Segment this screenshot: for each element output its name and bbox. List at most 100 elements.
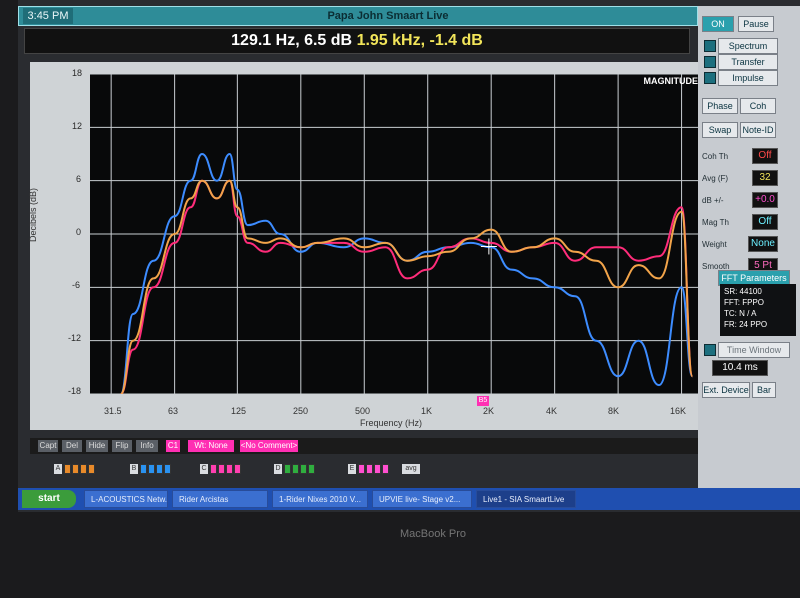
trace-swatch[interactable]	[366, 464, 373, 474]
taskbar-item[interactable]: L-ACOUSTICS Netw...	[84, 490, 168, 508]
time-window-button[interactable]: Time Window	[718, 342, 790, 358]
flip-button[interactable]: Flip	[112, 440, 132, 452]
taskbar-item-active[interactable]: Live1 - SIA SmaartLive	[476, 490, 576, 508]
taskbar-item[interactable]: Rider Arcistas	[172, 490, 268, 508]
trace-bank-c[interactable]: C	[200, 464, 208, 474]
trace-swatch[interactable]	[292, 464, 299, 474]
title-bar: 3:45 PM Papa John Smaart Live	[18, 6, 698, 26]
y-tick-6: 6	[76, 174, 82, 184]
trace-swatch[interactable]	[64, 464, 71, 474]
coh-button[interactable]: Coh	[740, 98, 776, 114]
capture-button[interactable]: Capt	[38, 440, 58, 452]
trace-c1-badge[interactable]: C1	[166, 440, 180, 452]
fft-size: FFT: FPPO	[724, 298, 764, 307]
weight-value[interactable]: None	[748, 236, 778, 252]
average-value[interactable]: 32	[752, 170, 778, 186]
time-window-value: 10.4 ms	[712, 360, 768, 376]
trace-swatch[interactable]	[284, 464, 291, 474]
trace-swatch[interactable]	[382, 464, 389, 474]
coh-threshold-label: Coh Th	[702, 152, 729, 161]
y-tick-m6: -6	[72, 280, 81, 290]
plot-label: MAGNITUDE	[643, 76, 699, 86]
trace-swatch[interactable]	[234, 464, 241, 474]
clock: 3:45 PM	[23, 8, 73, 24]
trace-bank: A B C D E avg	[30, 460, 700, 478]
trace-swatch[interactable]	[218, 464, 225, 474]
magnitude-plot[interactable]: MAGNITUDE B5	[90, 73, 702, 406]
y-tick-18: 18	[72, 68, 83, 78]
pause-button[interactable]: Pause	[738, 16, 774, 32]
comment-field[interactable]: <No Comment>	[240, 440, 298, 452]
transfer-button[interactable]: Transfer	[718, 54, 778, 70]
trace-swatch[interactable]	[358, 464, 365, 474]
ext-device-button[interactable]: Ext. Device	[702, 382, 750, 398]
x-tick-4k: 4K	[546, 406, 558, 416]
cursor-readout: 129.1 Hz, 6.5 dB 1.95 kHz, -1.4 dB	[24, 28, 690, 54]
on-button[interactable]: ON	[702, 16, 734, 32]
trace-swatch[interactable]	[226, 464, 233, 474]
mag-threshold-value[interactable]: Off	[752, 214, 778, 230]
taskbar-item[interactable]: 1-Rider Nixes 2010 V...	[272, 490, 368, 508]
coh-threshold-value[interactable]: Off	[752, 148, 778, 164]
sample-rate: SR: 44100	[724, 287, 762, 296]
trace-swatch[interactable]	[148, 464, 155, 474]
weight-label: Weight	[702, 240, 727, 249]
trace-swatch[interactable]	[156, 464, 163, 474]
windows-taskbar: start L-ACOUSTICS Netw... Rider Arcistas…	[18, 488, 800, 510]
bar-button[interactable]: Bar	[752, 382, 776, 398]
trace-bank-b[interactable]: B	[130, 464, 138, 474]
x-tick-31-5: 31.5	[104, 406, 122, 416]
frequency-marker[interactable]: B5	[477, 396, 489, 406]
x-tick-500: 500	[355, 406, 371, 416]
impulse-button[interactable]: Impulse	[718, 70, 778, 86]
readout-right: 1.95 kHz, -1.4 dB	[356, 32, 483, 49]
trace-toolbar: Capt Del Hide Flip Info C1 Wt: None <No …	[30, 438, 700, 454]
control-panel: ON Pause Spectrum Transfer Impulse Phase…	[698, 6, 800, 506]
trace-swatch[interactable]	[72, 464, 79, 474]
hide-button[interactable]: Hide	[86, 440, 108, 452]
plot-frame: 18 12 6 0 -6 -12 -18 Decibels (dB) MAGNI…	[28, 62, 702, 430]
mag-threshold-label: Mag Th	[702, 218, 729, 227]
spectrum-indicator	[704, 40, 716, 52]
trace-bank-a[interactable]: A	[54, 464, 62, 474]
trace-swatch[interactable]	[164, 464, 171, 474]
trace-swatch[interactable]	[88, 464, 95, 474]
trace-bank-d[interactable]: D	[274, 464, 282, 474]
y-axis-title: Decibels (dB)	[28, 187, 38, 242]
avg-button[interactable]: avg	[402, 464, 420, 474]
trace-swatch[interactable]	[80, 464, 87, 474]
weight-badge[interactable]: Wt: None	[188, 440, 234, 452]
screen: 3:45 PM Papa John Smaart Live 129.1 Hz, …	[18, 0, 800, 512]
frequency-resolution: FR: 24 PPO	[724, 320, 768, 329]
trace-swatch[interactable]	[374, 464, 381, 474]
app-title: Papa John Smaart Live	[327, 10, 449, 22]
time-window-indicator	[704, 344, 716, 356]
db-offset-value[interactable]: +0.0	[752, 192, 778, 208]
trace-swatch[interactable]	[308, 464, 315, 474]
x-tick-16k: 16K	[670, 406, 687, 416]
x-tick-125: 125	[231, 406, 247, 416]
y-tick-12: 12	[72, 121, 83, 131]
y-tick-m12: -12	[68, 333, 82, 343]
taskbar-item[interactable]: UPVIE live- Stage v2...	[372, 490, 472, 508]
fft-parameters-panel: SR: 44100 FFT: FPPO TC: N / A FR: 24 PPO	[720, 284, 796, 336]
trace-swatch[interactable]	[140, 464, 147, 474]
impulse-indicator	[704, 72, 716, 84]
note-id-button[interactable]: Note-ID	[740, 122, 776, 138]
swap-button[interactable]: Swap	[702, 122, 738, 138]
y-tick-0: 0	[76, 227, 82, 237]
db-offset-label: dB +/-	[702, 196, 724, 205]
start-button[interactable]: start	[22, 490, 76, 508]
average-label: Avg (F)	[702, 174, 729, 183]
x-tick-63: 63	[168, 406, 179, 416]
spectrum-button[interactable]: Spectrum	[718, 38, 778, 54]
trace-swatch[interactable]	[210, 464, 217, 474]
x-tick-2k: 2K	[483, 406, 495, 416]
trace-bank-e[interactable]: E	[348, 464, 356, 474]
transfer-indicator	[704, 56, 716, 68]
delete-button[interactable]: Del	[62, 440, 82, 452]
phase-button[interactable]: Phase	[702, 98, 738, 114]
trace-swatch[interactable]	[300, 464, 307, 474]
info-button[interactable]: Info	[136, 440, 158, 452]
y-tick-m18: -18	[68, 386, 82, 396]
